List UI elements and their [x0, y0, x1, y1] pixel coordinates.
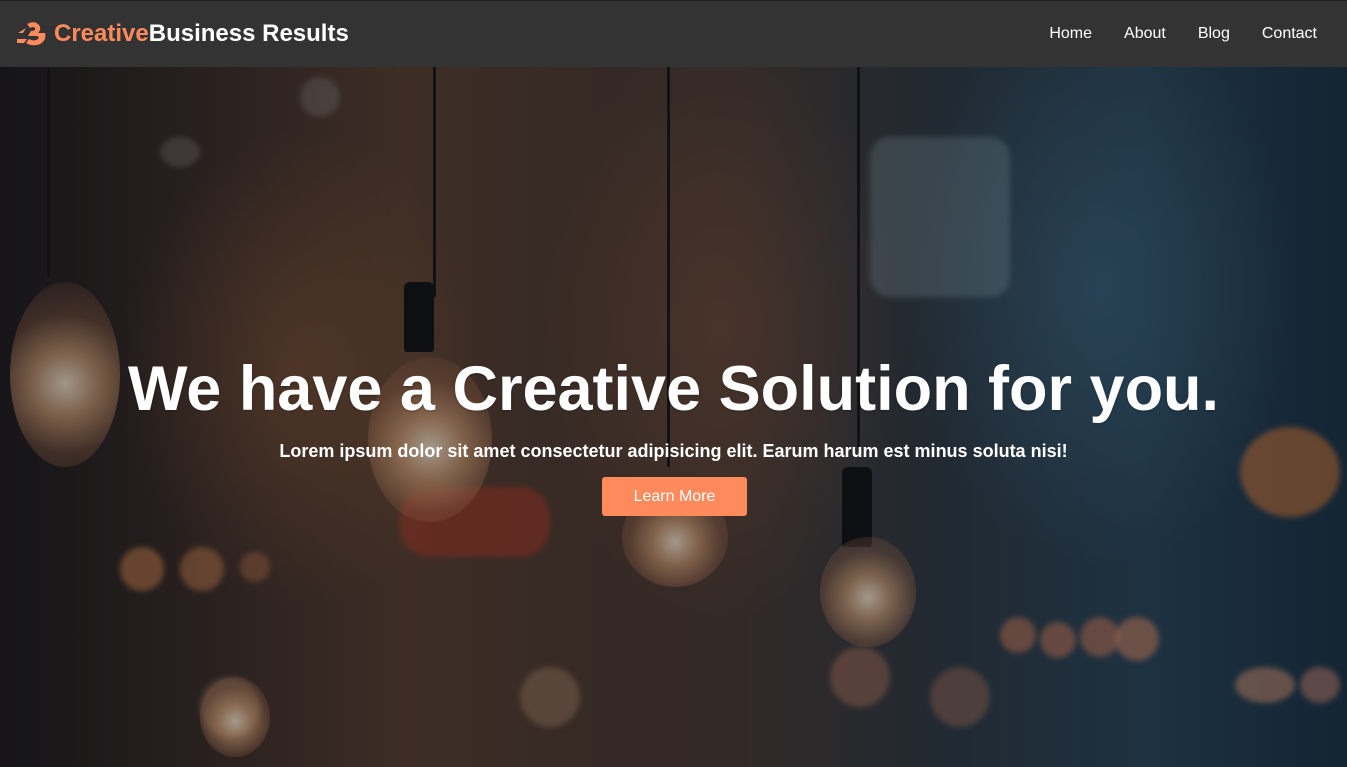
- navbar: CreativeBusiness Results Home About Blog…: [0, 0, 1347, 67]
- hero-subtitle: Lorem ipsum dolor sit amet consectetur a…: [279, 441, 1068, 461]
- nav-item-about: About: [1124, 25, 1166, 43]
- nav-link-blog[interactable]: Blog: [1198, 25, 1230, 42]
- brand-name-accent: Creative: [54, 20, 149, 47]
- brand-name-rest: Business Results: [148, 20, 349, 47]
- brand-logo-icon: [17, 22, 46, 46]
- nav-link-home[interactable]: Home: [1049, 25, 1092, 42]
- nav-item-home: Home: [1049, 25, 1092, 43]
- brand-link[interactable]: CreativeBusiness Results: [16, 20, 349, 48]
- nav-item-blog: Blog: [1198, 25, 1230, 43]
- nav-menu: Home About Blog Contact: [1049, 25, 1317, 43]
- brand-name: CreativeBusiness Results: [54, 20, 349, 48]
- hero-content: We have a Creative Solution for you. Lor…: [0, 67, 1347, 767]
- hero-title: We have a Creative Solution for you.: [127, 354, 1220, 424]
- nav-link-about[interactable]: About: [1124, 25, 1166, 42]
- hero-section: We have a Creative Solution for you. Lor…: [0, 67, 1347, 767]
- learn-more-button[interactable]: Learn More: [602, 477, 747, 516]
- nav-link-contact[interactable]: Contact: [1262, 25, 1317, 42]
- nav-item-contact: Contact: [1262, 25, 1317, 43]
